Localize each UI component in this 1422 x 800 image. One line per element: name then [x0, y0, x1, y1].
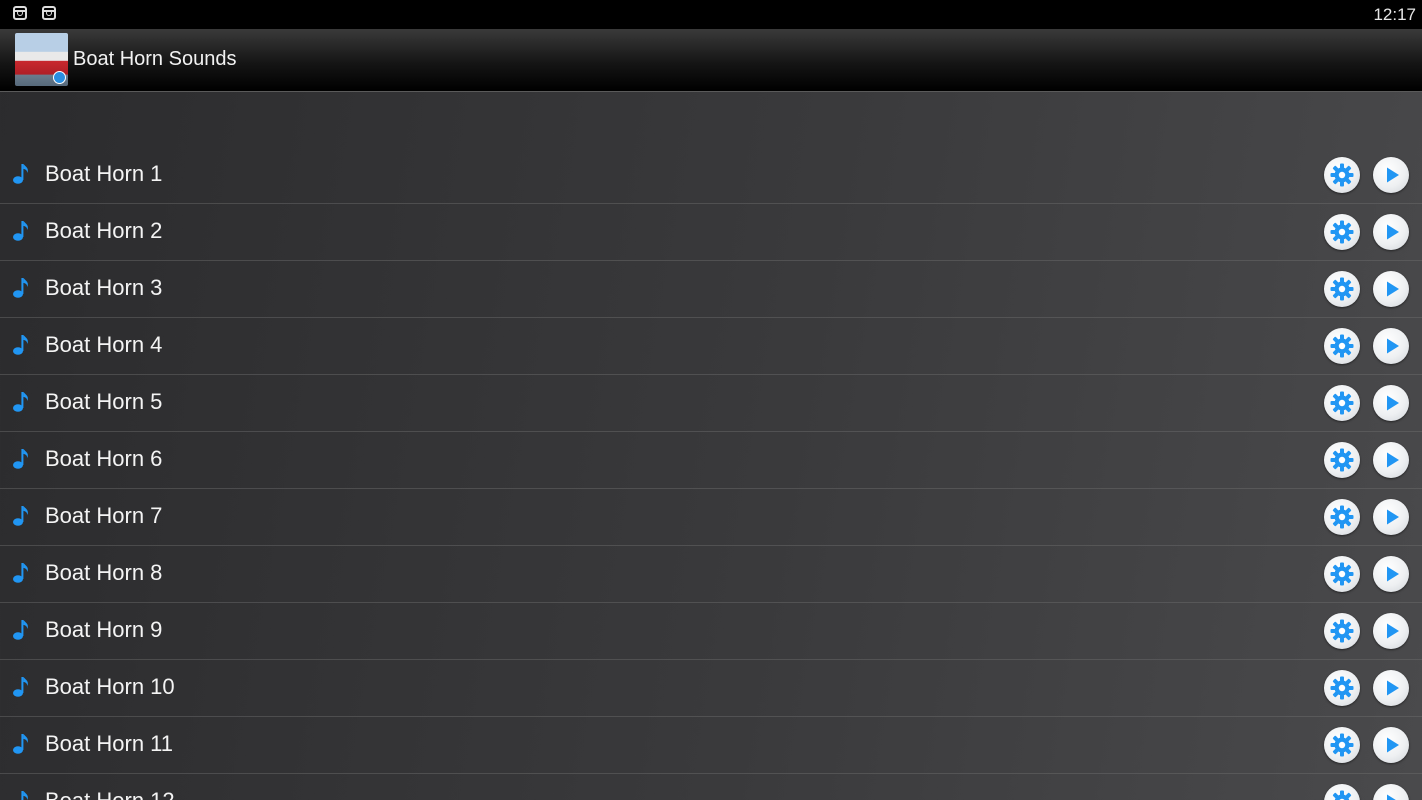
music-note-icon [12, 277, 30, 299]
gear-icon[interactable] [1324, 613, 1360, 649]
sound-list-item[interactable]: Boat Horn 3 [0, 261, 1422, 318]
play-icon[interactable] [1373, 385, 1409, 421]
play-icon[interactable] [1373, 670, 1409, 706]
play-icon[interactable] [1373, 727, 1409, 763]
play-icon[interactable] [1373, 214, 1409, 250]
sound-list-item[interactable]: Boat Horn 10 [0, 660, 1422, 717]
sound-list-item[interactable]: Boat Horn 7 [0, 489, 1422, 546]
music-note-icon [12, 163, 30, 185]
boat-horn-app-icon [15, 33, 68, 86]
sound-label: Boat Horn 1 [45, 161, 163, 186]
gear-icon[interactable] [1324, 271, 1360, 307]
music-note-icon [12, 733, 30, 755]
sound-label: Boat Horn 4 [45, 332, 163, 357]
play-icon[interactable] [1373, 784, 1409, 800]
status-bar: 12:17 [0, 0, 1422, 29]
app-bar: Boat Horn Sounds [0, 29, 1422, 92]
status-clock: 12:17 [1373, 5, 1416, 24]
sound-label: Boat Horn 8 [45, 560, 163, 585]
sound-label: Boat Horn 2 [45, 218, 163, 243]
gear-icon[interactable] [1324, 328, 1360, 364]
sound-label: Boat Horn 12 [45, 788, 175, 800]
music-note-icon [12, 676, 30, 698]
play-icon[interactable] [1373, 499, 1409, 535]
play-icon[interactable] [1373, 442, 1409, 478]
music-note-icon [12, 619, 30, 641]
instagram-icon [42, 6, 56, 20]
sound-label: Boat Horn 3 [45, 275, 163, 300]
sound-label: Boat Horn 5 [45, 389, 163, 414]
sound-list-item[interactable]: Boat Horn 6 [0, 432, 1422, 489]
gear-icon[interactable] [1324, 556, 1360, 592]
sound-list-item[interactable]: Boat Horn 4 [0, 318, 1422, 375]
sound-label: Boat Horn 7 [45, 503, 163, 528]
music-note-icon [12, 334, 30, 356]
sound-label: Boat Horn 9 [45, 617, 163, 642]
gear-icon[interactable] [1324, 214, 1360, 250]
gear-icon[interactable] [1324, 499, 1360, 535]
music-note-icon [12, 505, 30, 527]
music-note-icon [12, 391, 30, 413]
music-note-icon [12, 790, 30, 800]
sound-label: Boat Horn 11 [45, 731, 174, 756]
sound-list: Boat Horn 1 Boat Horn 2 Boat Horn 3 Boat Ho… [0, 147, 1422, 800]
app-title: Boat Horn Sounds [73, 48, 237, 70]
gear-icon[interactable] [1324, 442, 1360, 478]
music-note-icon [12, 562, 30, 584]
sound-list-item[interactable]: Boat Horn 8 [0, 546, 1422, 603]
gear-icon[interactable] [1324, 784, 1360, 800]
play-icon[interactable] [1373, 271, 1409, 307]
sound-list-item[interactable]: Boat Horn 9 [0, 603, 1422, 660]
sound-list-item[interactable]: Boat Horn 1 [0, 147, 1422, 204]
sound-label: Boat Horn 6 [45, 446, 163, 471]
music-note-icon [12, 448, 30, 470]
speaker-icon [53, 71, 66, 84]
play-icon[interactable] [1373, 328, 1409, 364]
gear-icon[interactable] [1324, 670, 1360, 706]
sound-label: Boat Horn 10 [45, 674, 175, 699]
gear-icon[interactable] [1324, 727, 1360, 763]
sound-list-item[interactable]: Boat Horn 2 [0, 204, 1422, 261]
play-icon[interactable] [1373, 556, 1409, 592]
sound-list-item[interactable]: Boat Horn 12 [0, 774, 1422, 800]
play-icon[interactable] [1373, 157, 1409, 193]
sound-list-item[interactable]: Boat Horn 5 [0, 375, 1422, 432]
gear-icon[interactable] [1324, 385, 1360, 421]
music-note-icon [12, 220, 30, 242]
play-icon[interactable] [1373, 613, 1409, 649]
instagram-icon [13, 6, 27, 20]
sound-list-item[interactable]: Boat Horn 11 [0, 717, 1422, 774]
gear-icon[interactable] [1324, 157, 1360, 193]
